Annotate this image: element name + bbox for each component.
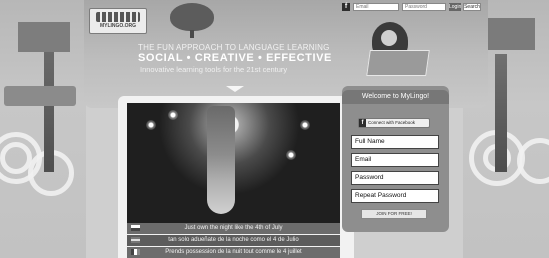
video-singer: [207, 106, 235, 214]
firework-icon: [300, 120, 310, 130]
facebook-connect-label: Connect with Facebook: [368, 120, 416, 125]
us-flag-icon: [131, 225, 140, 231]
firework-icon: [168, 110, 178, 120]
down-arrow-icon: [226, 86, 244, 92]
tree-trunk: [190, 30, 194, 38]
spain-flag-icon: [131, 237, 140, 243]
search-button[interactable]: Search: [463, 3, 481, 11]
facebook-icon: f: [359, 119, 366, 127]
tagline-primary: THE FUN APPROACH TO LANGUAGE LEARNING: [138, 43, 330, 52]
repeat-password-field[interactable]: Repeat Password: [351, 189, 439, 203]
firework-icon: [146, 120, 156, 130]
tagline-secondary: Innovative learning tools for the 21st c…: [140, 65, 288, 74]
tower-icon: [495, 54, 507, 172]
join-button[interactable]: JOIN FOR FREE!: [361, 209, 427, 219]
circle-decoration: [517, 138, 549, 184]
full-name-field[interactable]: Full Name: [351, 135, 439, 149]
login-button[interactable]: Login: [449, 3, 461, 11]
password-field[interactable]: Password: [351, 171, 439, 185]
tree-icon: [170, 3, 214, 31]
facebook-icon[interactable]: f: [342, 3, 350, 11]
firework-icon: [286, 150, 296, 160]
email-field[interactable]: Email: [351, 153, 439, 167]
building-icon: [18, 22, 70, 52]
logo-text: MYLINGO.ORG: [99, 23, 137, 29]
tower-icon: [44, 48, 54, 172]
left-decoration: [0, 0, 86, 258]
site-logo[interactable]: MYLINGO.ORG: [89, 8, 147, 34]
signup-title: Welcome to MyLingo!: [342, 90, 449, 104]
tagline-values: SOCIAL • CREATIVE • EFFECTIVE: [138, 52, 332, 64]
subtitle-english: Just own the night like the 4th of July: [127, 223, 340, 234]
page: MYLINGO.ORG f Login Search THE FUN APPRO…: [0, 0, 549, 258]
laptop-icon: [366, 50, 430, 76]
girl-face: [381, 30, 397, 46]
password-input[interactable]: [402, 3, 446, 11]
logo-people-icon: [96, 12, 140, 22]
facebook-connect-button[interactable]: f Connect with Facebook: [358, 118, 430, 128]
bus-icon: [4, 86, 76, 106]
france-flag-icon: [131, 249, 140, 255]
subtitle-spanish: tan solo adueñate de la noche como el 4 …: [127, 235, 340, 246]
email-input[interactable]: [353, 3, 399, 11]
subtitle-french: Prends possession de la nuit tout comme …: [127, 247, 340, 258]
